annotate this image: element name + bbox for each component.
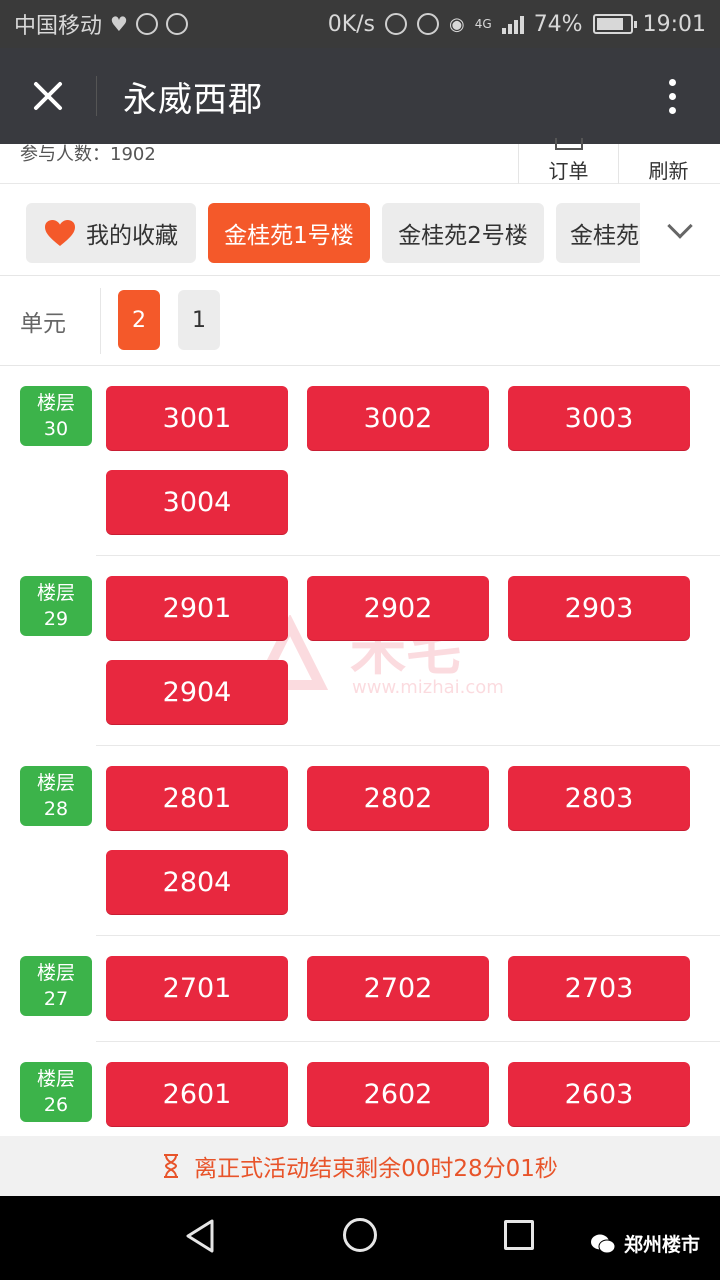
floor-list[interactable]: 楼层 30 3001 3002 3003 3004 楼层 29 2901 290… <box>0 366 720 1136</box>
room-button[interactable]: 2603 <box>508 1062 690 1126</box>
heart-icon <box>45 220 75 246</box>
floor-row: 楼层 26 2601 2602 2603 2604 <box>0 1042 720 1136</box>
order-icon <box>555 138 583 150</box>
recent-apps-icon[interactable] <box>504 1220 534 1250</box>
room-button[interactable]: 2904 <box>106 660 288 724</box>
system-nav-bar: 郑州楼市 <box>0 1196 720 1280</box>
back-triangle-icon[interactable] <box>184 1218 216 1254</box>
info-row: 参与人数：1902 订单 刷新 <box>0 138 720 184</box>
carrier-name: 中国移动 <box>14 14 103 39</box>
room-button[interactable]: 2702 <box>307 956 489 1020</box>
health-icon: ♥ <box>110 12 128 36</box>
network-speed: 0K/s <box>327 11 376 37</box>
eye-icon: ◉ <box>449 13 465 35</box>
building-tabs: 我的收藏 金桂苑1号楼 金桂苑2号楼 金桂苑 <box>0 184 720 276</box>
title-divider <box>96 76 97 116</box>
room-button[interactable]: 2803 <box>508 766 690 830</box>
room-button[interactable]: 2601 <box>106 1062 288 1126</box>
floor-number: 27 <box>43 988 69 1010</box>
page-title: 永威西郡 <box>123 79 263 120</box>
sync-icon <box>165 13 188 35</box>
countdown-bar: 离正式活动结束剩余00时28分01秒 <box>0 1136 720 1196</box>
tab-building-3[interactable]: 金桂苑 <box>556 203 640 263</box>
carrier-group: 中国移动 ♥ <box>14 8 188 40</box>
refresh-label: 刷新 <box>648 159 689 183</box>
floor-badge-label: 楼层 <box>36 582 75 604</box>
floor-number: 29 <box>43 608 69 630</box>
unit-button-2[interactable]: 2 <box>118 290 160 350</box>
tab-favorites-label: 我的收藏 <box>86 223 178 249</box>
room-button[interactable]: 3001 <box>106 386 288 450</box>
room-button[interactable]: 2902 <box>307 576 489 640</box>
room-button[interactable]: 2602 <box>307 1062 489 1126</box>
floor-badge: 楼层 30 <box>20 386 92 446</box>
floor-row: 楼层 30 3001 3002 3003 3004 <box>0 366 720 556</box>
floor-badge-label: 楼层 <box>36 772 75 794</box>
expand-tabs-button[interactable] <box>640 184 720 276</box>
close-icon[interactable] <box>0 48 96 144</box>
order-label: 订单 <box>548 159 589 183</box>
floor-badge: 楼层 26 <box>20 1062 92 1122</box>
floor-number: 28 <box>43 798 69 820</box>
title-bar: 永威西郡 <box>0 48 720 144</box>
unit-row: 单元 2 1 <box>0 276 720 366</box>
floor-row: 楼层 27 2701 2702 2703 <box>0 936 720 1042</box>
tab-building-2[interactable]: 金桂苑2号楼 <box>382 203 544 263</box>
room-button[interactable]: 2801 <box>106 766 288 830</box>
status-bar: 中国移动 ♥ 0K/s ◉ 4G 74% 19:01 <box>0 0 720 48</box>
unit-button-1[interactable]: 1 <box>178 290 220 350</box>
battery-icon <box>592 14 637 34</box>
battery-percent: 74% <box>533 11 583 37</box>
chevron-down-icon <box>667 213 693 239</box>
network-type: 4G <box>474 17 492 31</box>
floor-row: 楼层 29 2901 2902 2903 2904 <box>0 556 720 746</box>
clock: 19:01 <box>642 11 706 37</box>
source-watermark: 郑州楼市 <box>590 1230 700 1257</box>
floor-badge-label: 楼层 <box>36 392 75 414</box>
alarm-icon <box>417 13 440 35</box>
more-vertical-icon[interactable] <box>624 48 720 144</box>
floor-badge: 楼层 29 <box>20 576 92 636</box>
order-button[interactable]: 订单 <box>518 138 618 184</box>
room-button[interactable]: 2804 <box>106 850 288 914</box>
room-button[interactable]: 3003 <box>508 386 690 450</box>
floor-badge: 楼层 28 <box>20 766 92 826</box>
floor-row: 楼层 28 2801 2802 2803 2804 <box>0 746 720 936</box>
home-circle-icon[interactable] <box>343 1218 377 1252</box>
source-text: 郑州楼市 <box>624 1234 701 1256</box>
floor-badge: 楼层 27 <box>20 956 92 1016</box>
tab-favorites[interactable]: 我的收藏 <box>26 203 196 263</box>
room-button[interactable]: 3004 <box>106 470 288 534</box>
tab-building-1[interactable]: 金桂苑1号楼 <box>208 203 370 263</box>
room-button[interactable]: 2701 <box>106 956 288 1020</box>
room-button[interactable]: 2903 <box>508 576 690 640</box>
hourglass-icon <box>164 1154 179 1178</box>
wechat-icon <box>591 1234 616 1253</box>
room-button[interactable]: 2703 <box>508 956 690 1020</box>
floor-badge-label: 楼层 <box>36 1068 75 1090</box>
room-button[interactable]: 2802 <box>307 766 489 830</box>
floor-badge-label: 楼层 <box>36 962 75 984</box>
signal-icon <box>501 14 524 34</box>
app-notification-icon <box>135 13 158 35</box>
floor-number: 30 <box>43 418 69 440</box>
participant-count: 参与人数：1902 <box>20 144 156 165</box>
unit-divider <box>100 288 101 354</box>
unit-label: 单元 <box>20 311 66 337</box>
status-right-group: 0K/s ◉ 4G 74% 19:01 <box>328 12 706 37</box>
room-button[interactable]: 2901 <box>106 576 288 640</box>
vibrate-icon <box>385 13 408 35</box>
countdown-text: 离正式活动结束剩余00时28分01秒 <box>194 1156 558 1182</box>
floor-number: 26 <box>43 1094 69 1116</box>
room-button[interactable]: 3002 <box>307 386 489 450</box>
refresh-button[interactable]: 刷新 <box>618 144 718 184</box>
building-tabs-scroll[interactable]: 我的收藏 金桂苑1号楼 金桂苑2号楼 金桂苑 <box>0 184 640 276</box>
